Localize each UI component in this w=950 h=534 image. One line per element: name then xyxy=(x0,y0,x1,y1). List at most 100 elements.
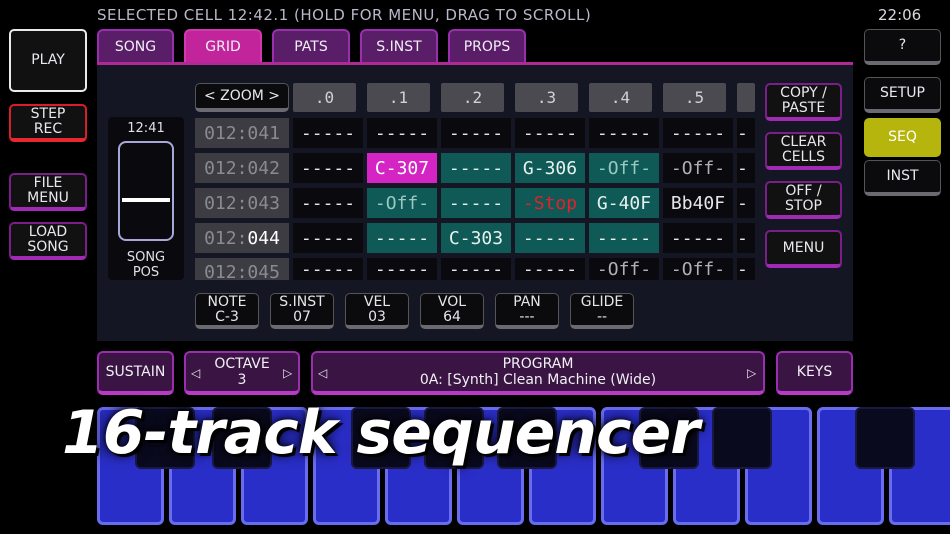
tab-props[interactable]: PROPS xyxy=(448,29,526,63)
grid-cell[interactable]: ----- xyxy=(663,223,733,253)
note-param-button[interactable]: NOTE C-3 xyxy=(195,293,259,329)
grid-cell[interactable]: G-40F xyxy=(589,188,659,218)
sinst-param-button[interactable]: S.INST 07 xyxy=(270,293,334,329)
seq-button[interactable]: SEQ xyxy=(864,118,941,157)
inst-label: INST xyxy=(886,168,919,184)
grid-cell[interactable]: ----- xyxy=(293,153,363,183)
seq-label: SEQ xyxy=(888,129,917,145)
keys-button[interactable]: KEYS xyxy=(776,351,853,395)
step-rec-button[interactable]: STEP REC xyxy=(9,104,87,142)
tab-song[interactable]: SONG xyxy=(97,29,174,63)
menu-label: MENU xyxy=(782,239,825,256)
copy-paste-label-1: COPY / xyxy=(780,85,827,101)
song-pos-slider-thumb[interactable] xyxy=(122,198,170,202)
grid-cell[interactable]: ----- xyxy=(515,223,585,253)
grid-cell[interactable]: ----- xyxy=(367,223,437,253)
step-rec-label-2: REC xyxy=(33,121,63,137)
column-header-2[interactable]: .2 xyxy=(441,83,504,112)
row-label[interactable]: 012: 041 xyxy=(195,118,289,148)
grid-cell[interactable]: -Off- xyxy=(367,188,437,218)
file-menu-label-1: FILE xyxy=(33,175,63,191)
grid-cell[interactable]: ----- xyxy=(515,258,585,280)
row-label[interactable]: 012: 042 xyxy=(195,153,289,183)
song-pos-label: SONG POS xyxy=(108,250,184,280)
grid-cell[interactable]: -Off- xyxy=(589,258,659,280)
sustain-label: SUSTAIN xyxy=(105,364,166,380)
copy-paste-button[interactable]: COPY / PASTE xyxy=(765,83,842,121)
column-header-0[interactable]: .0 xyxy=(293,83,356,112)
tab-pats[interactable]: PATS xyxy=(272,29,350,63)
grid-cell[interactable]: C-303 xyxy=(441,223,511,253)
grid-cell[interactable]: ----- xyxy=(515,118,585,148)
grid-cell[interactable]: -Off- xyxy=(663,153,733,183)
grid-cell[interactable]: ----- xyxy=(441,188,511,218)
row-label-num: 042 xyxy=(247,157,280,179)
program-value: 0A: [Synth] Clean Machine (Wide) xyxy=(419,372,657,388)
pan-param-button[interactable]: PAN --- xyxy=(495,293,559,329)
grid-cell[interactable]: ----- xyxy=(293,258,363,280)
row-label[interactable]: 012: 045 xyxy=(195,258,289,283)
tab-sinst[interactable]: S.INST xyxy=(360,29,438,63)
grid-cell-stop[interactable]: -Stop xyxy=(515,188,585,218)
load-song-button[interactable]: LOAD SONG xyxy=(9,222,87,260)
octave-left-arrow-icon[interactable]: ◁ xyxy=(191,366,200,380)
row-label[interactable]: 012: 044 xyxy=(195,223,289,253)
grid-cell[interactable]: ----- xyxy=(589,223,659,253)
piano-black-key[interactable] xyxy=(855,407,915,469)
grid-cell[interactable]: ----- xyxy=(367,118,437,148)
param-value: 64 xyxy=(443,308,461,325)
program-selector[interactable]: PROGRAM 0A: [Synth] Clean Machine (Wide) xyxy=(311,351,765,395)
grid-cell[interactable]: ----- xyxy=(663,118,733,148)
inst-button[interactable]: INST xyxy=(864,160,941,196)
grid-cell-selected[interactable]: C-307 xyxy=(367,153,437,183)
grid-cell[interactable]: ----- xyxy=(293,118,363,148)
grid-cell[interactable]: -Off- xyxy=(663,258,733,280)
grid-cell[interactable]: Bb40F xyxy=(663,188,733,218)
file-menu-button[interactable]: FILE MENU xyxy=(9,173,87,211)
column-header-4[interactable]: .4 xyxy=(589,83,652,112)
setup-label: SETUP xyxy=(880,85,925,101)
tab-grid[interactable]: GRID xyxy=(184,29,262,63)
vel-param-button[interactable]: VEL 03 xyxy=(345,293,409,329)
piano-black-key[interactable] xyxy=(712,407,772,469)
row-label-prefix: 012: xyxy=(204,227,248,249)
grid-cell[interactable]: ----- xyxy=(293,188,363,218)
setup-button[interactable]: SETUP xyxy=(864,77,941,113)
row-label-num: 045 xyxy=(247,262,280,283)
load-song-label-1: LOAD xyxy=(28,224,68,240)
grid-cell[interactable]: ----- xyxy=(293,223,363,253)
tab-props-label: PROPS xyxy=(463,39,511,55)
program-left-arrow-icon[interactable]: ◁ xyxy=(318,366,327,380)
song-pos-time: 12:41 xyxy=(127,121,165,136)
clear-cells-label-1: CLEAR xyxy=(780,134,827,150)
grid-cell[interactable]: -Off- xyxy=(589,153,659,183)
help-label: ? xyxy=(898,37,907,53)
param-value: 07 xyxy=(293,308,311,325)
grid-cell[interactable]: G-306 xyxy=(515,153,585,183)
grid-cell[interactable]: ----- xyxy=(441,153,511,183)
song-pos-slider[interactable] xyxy=(118,141,174,241)
column-header-5[interactable]: .5 xyxy=(663,83,726,112)
row-label-prefix: 012: xyxy=(204,122,248,144)
load-song-label-2: SONG xyxy=(27,239,69,255)
column-header-1[interactable]: .1 xyxy=(367,83,430,112)
octave-right-arrow-icon[interactable]: ▷ xyxy=(283,366,292,380)
param-value: 03 xyxy=(368,308,386,325)
play-button[interactable]: PLAY xyxy=(9,29,87,92)
grid-cell[interactable]: ----- xyxy=(367,258,437,280)
param-label: PAN xyxy=(513,293,541,310)
program-right-arrow-icon[interactable]: ▷ xyxy=(747,366,756,380)
sustain-button[interactable]: SUSTAIN xyxy=(97,351,174,395)
zoom-button[interactable]: < ZOOM > xyxy=(195,83,289,112)
row-label[interactable]: 012: 043 xyxy=(195,188,289,218)
help-button[interactable]: ? xyxy=(864,29,941,65)
off-stop-button[interactable]: OFF / STOP xyxy=(765,181,842,219)
grid-cell[interactable]: ----- xyxy=(589,118,659,148)
menu-button[interactable]: MENU xyxy=(765,230,842,268)
vol-param-button[interactable]: VOL 64 xyxy=(420,293,484,329)
glide-param-button[interactable]: GLIDE -- xyxy=(570,293,634,329)
column-header-3[interactable]: .3 xyxy=(515,83,578,112)
clear-cells-button[interactable]: CLEAR CELLS xyxy=(765,132,842,170)
grid-cell[interactable]: ----- xyxy=(441,118,511,148)
grid-cell[interactable]: ----- xyxy=(441,258,511,280)
